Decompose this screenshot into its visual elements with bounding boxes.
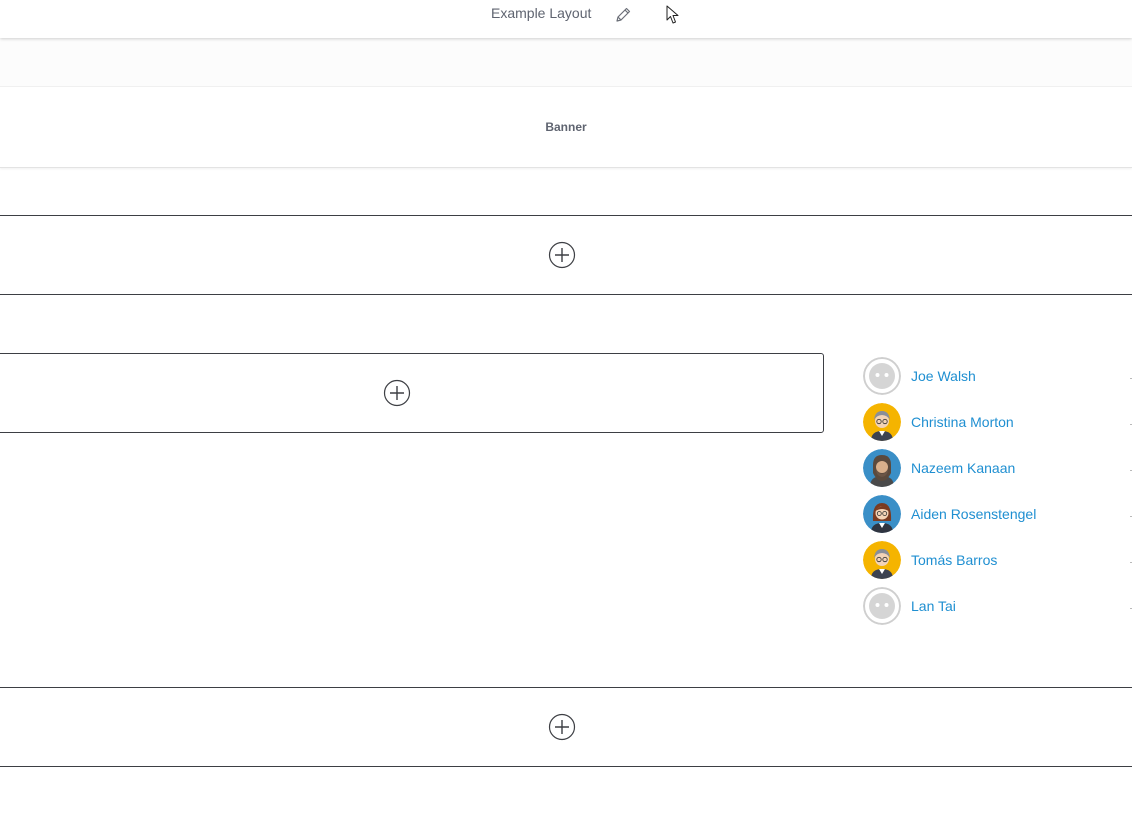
- user-name-link[interactable]: Aiden Rosenstengel: [911, 506, 1036, 522]
- drop-zone-bottom[interactable]: [0, 687, 1132, 767]
- user-name-link[interactable]: Lan Tai: [911, 598, 956, 614]
- user-list-item: Nazeem Kanaan: [863, 449, 1123, 487]
- header-spacer: [0, 38, 1132, 87]
- woman-avatar-icon: [863, 541, 901, 579]
- plus-circle-icon[interactable]: [548, 713, 576, 741]
- layout-title: Example Layout: [491, 5, 592, 21]
- plus-circle-icon[interactable]: [548, 241, 576, 269]
- default-avatar-icon: [863, 587, 901, 625]
- user-name-link[interactable]: Nazeem Kanaan: [911, 460, 1015, 476]
- user-list-item: Aiden Rosenstengel: [863, 495, 1123, 533]
- mouse-cursor-icon: [666, 5, 680, 25]
- drop-zone-top[interactable]: [0, 215, 1132, 295]
- user-list-item: Tomás Barros: [863, 541, 1123, 579]
- user-list-item: Lan Tai: [863, 587, 1123, 625]
- user-list-item: Christina Morton: [863, 403, 1123, 441]
- bearded-man-avatar-icon: [863, 449, 901, 487]
- user-list: Joe Walsh Christina Morton Nazeem Kanaan…: [863, 357, 1123, 633]
- pencil-icon[interactable]: [614, 6, 632, 24]
- top-bar: Example Layout: [0, 0, 1132, 38]
- user-name-link[interactable]: Christina Morton: [911, 414, 1014, 430]
- plus-circle-icon[interactable]: [383, 379, 411, 407]
- woman-avatar-icon: [863, 495, 901, 533]
- default-avatar-icon: [863, 357, 901, 395]
- banner-label: Banner: [545, 120, 587, 134]
- woman-avatar-icon: [863, 403, 901, 441]
- user-name-link[interactable]: Tomás Barros: [911, 552, 997, 568]
- user-list-item: Joe Walsh: [863, 357, 1123, 395]
- banner-fragment[interactable]: Banner: [0, 87, 1132, 168]
- user-name-link[interactable]: Joe Walsh: [911, 368, 976, 384]
- drop-zone-column[interactable]: [0, 353, 824, 433]
